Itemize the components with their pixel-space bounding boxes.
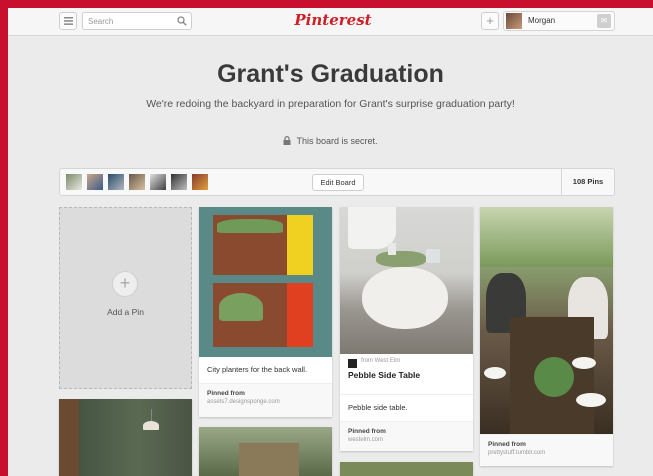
add-pin-label: Add a Pin — [107, 307, 144, 317]
notifications-icon[interactable]: ✉ — [597, 14, 611, 28]
pin-source[interactable]: Pinned from prettystuff.tumblr.com — [480, 434, 613, 466]
pins-count[interactable]: 108 Pins — [561, 169, 614, 195]
add-pin-card[interactable]: + Add a Pin — [59, 207, 192, 389]
pin-card[interactable]: from West Elm Pebble Side Table Pebble s… — [340, 207, 473, 451]
pinned-from-label: Pinned from — [207, 390, 245, 397]
user-name: Morgan — [528, 16, 556, 25]
avatar — [506, 13, 522, 29]
collaborator-avatar[interactable] — [129, 174, 145, 190]
pinterest-logo[interactable]: Pinterest — [293, 11, 373, 29]
pin-card[interactable]: City planters for the back wall. Pinned … — [199, 207, 332, 417]
plus-icon: + — [112, 271, 138, 297]
collaborator-avatar[interactable] — [171, 174, 187, 190]
pin-card[interactable] — [340, 462, 473, 476]
add-button[interactable]: + — [481, 12, 499, 30]
pin-card[interactable] — [59, 399, 192, 476]
pinned-from-label: Pinned from — [488, 441, 526, 448]
collaborator-avatar[interactable] — [108, 174, 124, 190]
menu-icon — [63, 17, 73, 25]
pin-source-url[interactable]: prettystuff.tumblr.com — [488, 450, 545, 456]
pin-title: Pebble Side Table — [348, 370, 421, 380]
pin-image[interactable] — [199, 427, 332, 476]
search-icon[interactable] — [177, 16, 187, 26]
menu-button[interactable] — [59, 12, 77, 30]
pin-caption: City planters for the back wall. — [207, 365, 308, 374]
pin-image[interactable] — [340, 462, 473, 476]
pin-via-text: from West Elm — [361, 358, 401, 364]
pin-card[interactable] — [199, 427, 332, 476]
pin-card[interactable]: Pinned from prettystuff.tumblr.com — [480, 207, 613, 466]
board-description: We're redoing the backyard in preparatio… — [146, 98, 515, 110]
board-title: Grant's Graduation — [217, 60, 444, 88]
pin-via[interactable]: from West Elm Pebble Side Table — [340, 354, 473, 395]
page-frame: Search Pinterest + Morgan ✉ Grant's Grad… — [8, 8, 653, 476]
board-toolbar: Edit Board 108 Pins — [59, 168, 615, 196]
pin-source[interactable]: Pinned from westelm.com — [340, 421, 473, 451]
pin-image[interactable] — [480, 207, 613, 434]
collaborator-avatar[interactable] — [66, 174, 82, 190]
secret-text: This board is secret. — [296, 136, 378, 146]
pin-image[interactable] — [59, 399, 192, 476]
pin-caption: Pebble side table. — [348, 403, 408, 412]
pin-image[interactable] — [340, 207, 473, 354]
pinned-from-label: Pinned from — [348, 428, 386, 435]
collaborator-avatar[interactable] — [87, 174, 103, 190]
user-menu[interactable]: Morgan ✉ — [503, 11, 615, 31]
search-placeholder: Search — [88, 17, 114, 26]
pin-image[interactable] — [199, 207, 332, 357]
pin-source[interactable]: Pinned from assets7.designsponge.com — [199, 383, 332, 417]
secret-notice: This board is secret. — [8, 136, 653, 146]
plus-icon: + — [486, 13, 494, 28]
search-input[interactable]: Search — [82, 12, 192, 30]
collaborator-avatar[interactable] — [150, 174, 166, 190]
top-bar: Search Pinterest + Morgan ✉ — [8, 8, 653, 36]
pin-source-url[interactable]: assets7.designsponge.com — [207, 399, 280, 405]
collaborator-avatar[interactable] — [192, 174, 208, 190]
pin-source-url[interactable]: westelm.com — [348, 437, 383, 443]
edit-board-button[interactable]: Edit Board — [312, 174, 364, 191]
west-elm-icon — [348, 359, 357, 368]
lock-icon — [283, 136, 291, 145]
